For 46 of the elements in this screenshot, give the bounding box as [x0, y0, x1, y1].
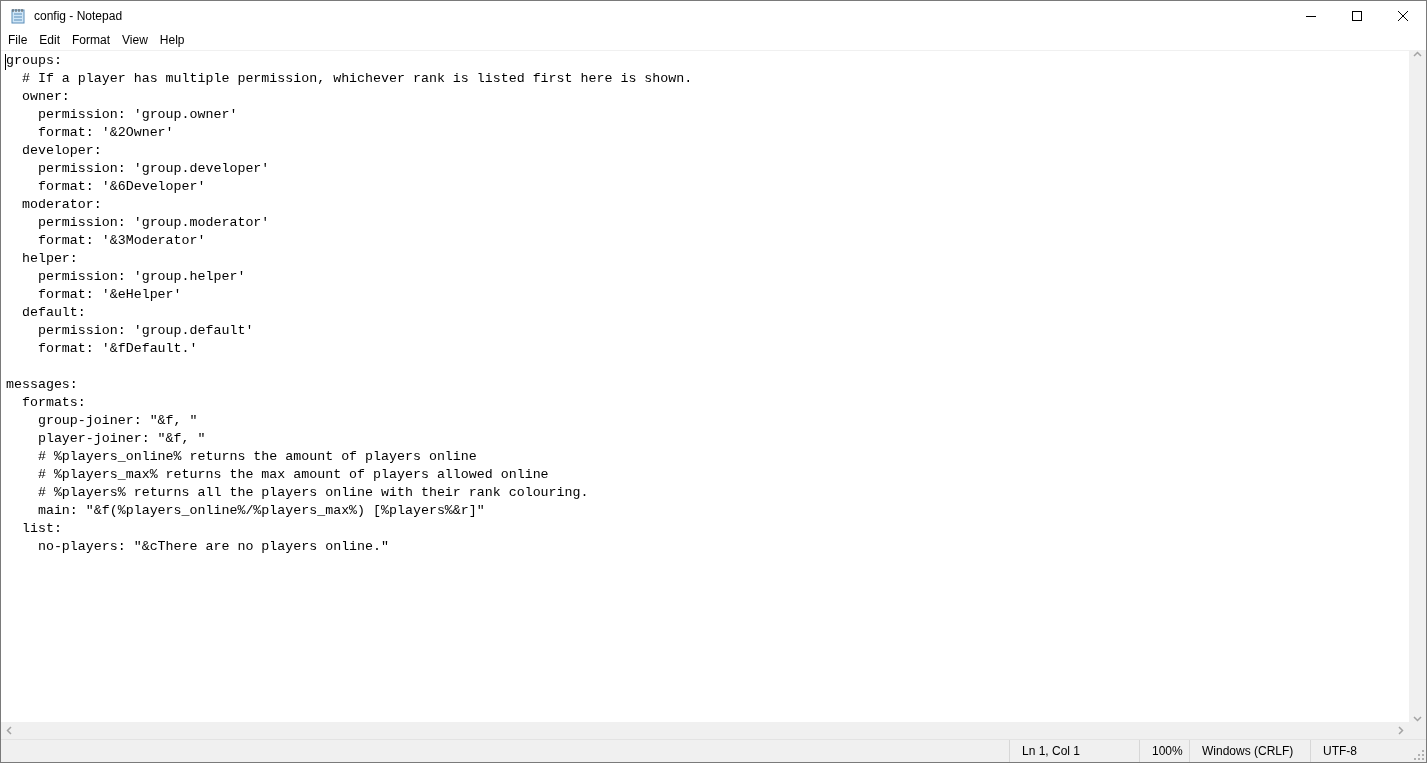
- code-line: # %players_online% returns the amount of players online: [36, 448, 477, 466]
- code-line: group-joiner: "&f, ": [36, 412, 198, 430]
- menu-item[interactable]: View: [116, 31, 154, 50]
- window-title: config - Notepad: [34, 9, 123, 23]
- code-line: permission: 'group.helper': [36, 268, 246, 286]
- code-line: permission: 'group.developer': [36, 160, 270, 178]
- cursor-position: Ln 1, Col 1: [1009, 740, 1139, 762]
- code-line: owner:: [20, 88, 70, 106]
- code-line: list:: [20, 520, 62, 538]
- code-line: permission: 'group.default': [36, 322, 254, 340]
- code-line: format: '&2Owner': [36, 124, 174, 142]
- encoding: UTF-8: [1310, 740, 1414, 762]
- scroll-up-icon[interactable]: [1413, 51, 1422, 57]
- code-line: player-joiner: "&f, ": [36, 430, 206, 448]
- menu-item[interactable]: Help: [153, 31, 191, 50]
- menu-item[interactable]: Edit: [33, 31, 67, 50]
- code-line: default:: [20, 304, 86, 322]
- notepad-icon: [10, 8, 26, 24]
- code-line: format: '&eHelper': [36, 286, 182, 304]
- maximize-icon: [1352, 11, 1362, 21]
- code-line: permission: 'group.owner': [36, 106, 238, 124]
- code-line: # %players_max% returns the max amount of players allowed online: [36, 466, 549, 484]
- scroll-right-icon[interactable]: [1398, 726, 1404, 735]
- menu-item[interactable]: Format: [66, 31, 117, 50]
- code-line: format: '&fDefault.': [36, 340, 198, 358]
- code-line: moderator:: [20, 196, 102, 214]
- line-ending: Windows (CRLF): [1189, 740, 1310, 762]
- close-icon: [1398, 11, 1408, 21]
- menu-item[interactable]: File: [2, 31, 34, 50]
- code-line: format: '&6Developer': [36, 178, 206, 196]
- code-line: helper:: [20, 250, 78, 268]
- code-line: formats:: [20, 394, 86, 412]
- scroll-down-icon[interactable]: [1413, 716, 1422, 722]
- code-line: no-players: "&cThere are no players online.": [36, 538, 389, 556]
- code-line: groups:: [6, 52, 62, 70]
- zoom-level: 100%: [1139, 740, 1189, 762]
- code-line: messages:: [6, 376, 78, 394]
- code-line: # %players% returns all the players online with their rank colouring.: [36, 484, 589, 502]
- text-cursor: [5, 54, 6, 70]
- code-line: # If a player has multiple permission, whichever rank is listed first here is shown.: [20, 70, 693, 88]
- resize-grip-icon[interactable]: [1414, 750, 1424, 760]
- code-line: developer:: [20, 142, 102, 160]
- scroll-left-icon[interactable]: [6, 726, 12, 735]
- code-line: main: "&f(%players_online%/%players_max%) [%players%&r]": [36, 502, 485, 520]
- code-line: permission: 'group.moderator': [36, 214, 270, 232]
- code-line: format: '&3Moderator': [36, 232, 206, 250]
